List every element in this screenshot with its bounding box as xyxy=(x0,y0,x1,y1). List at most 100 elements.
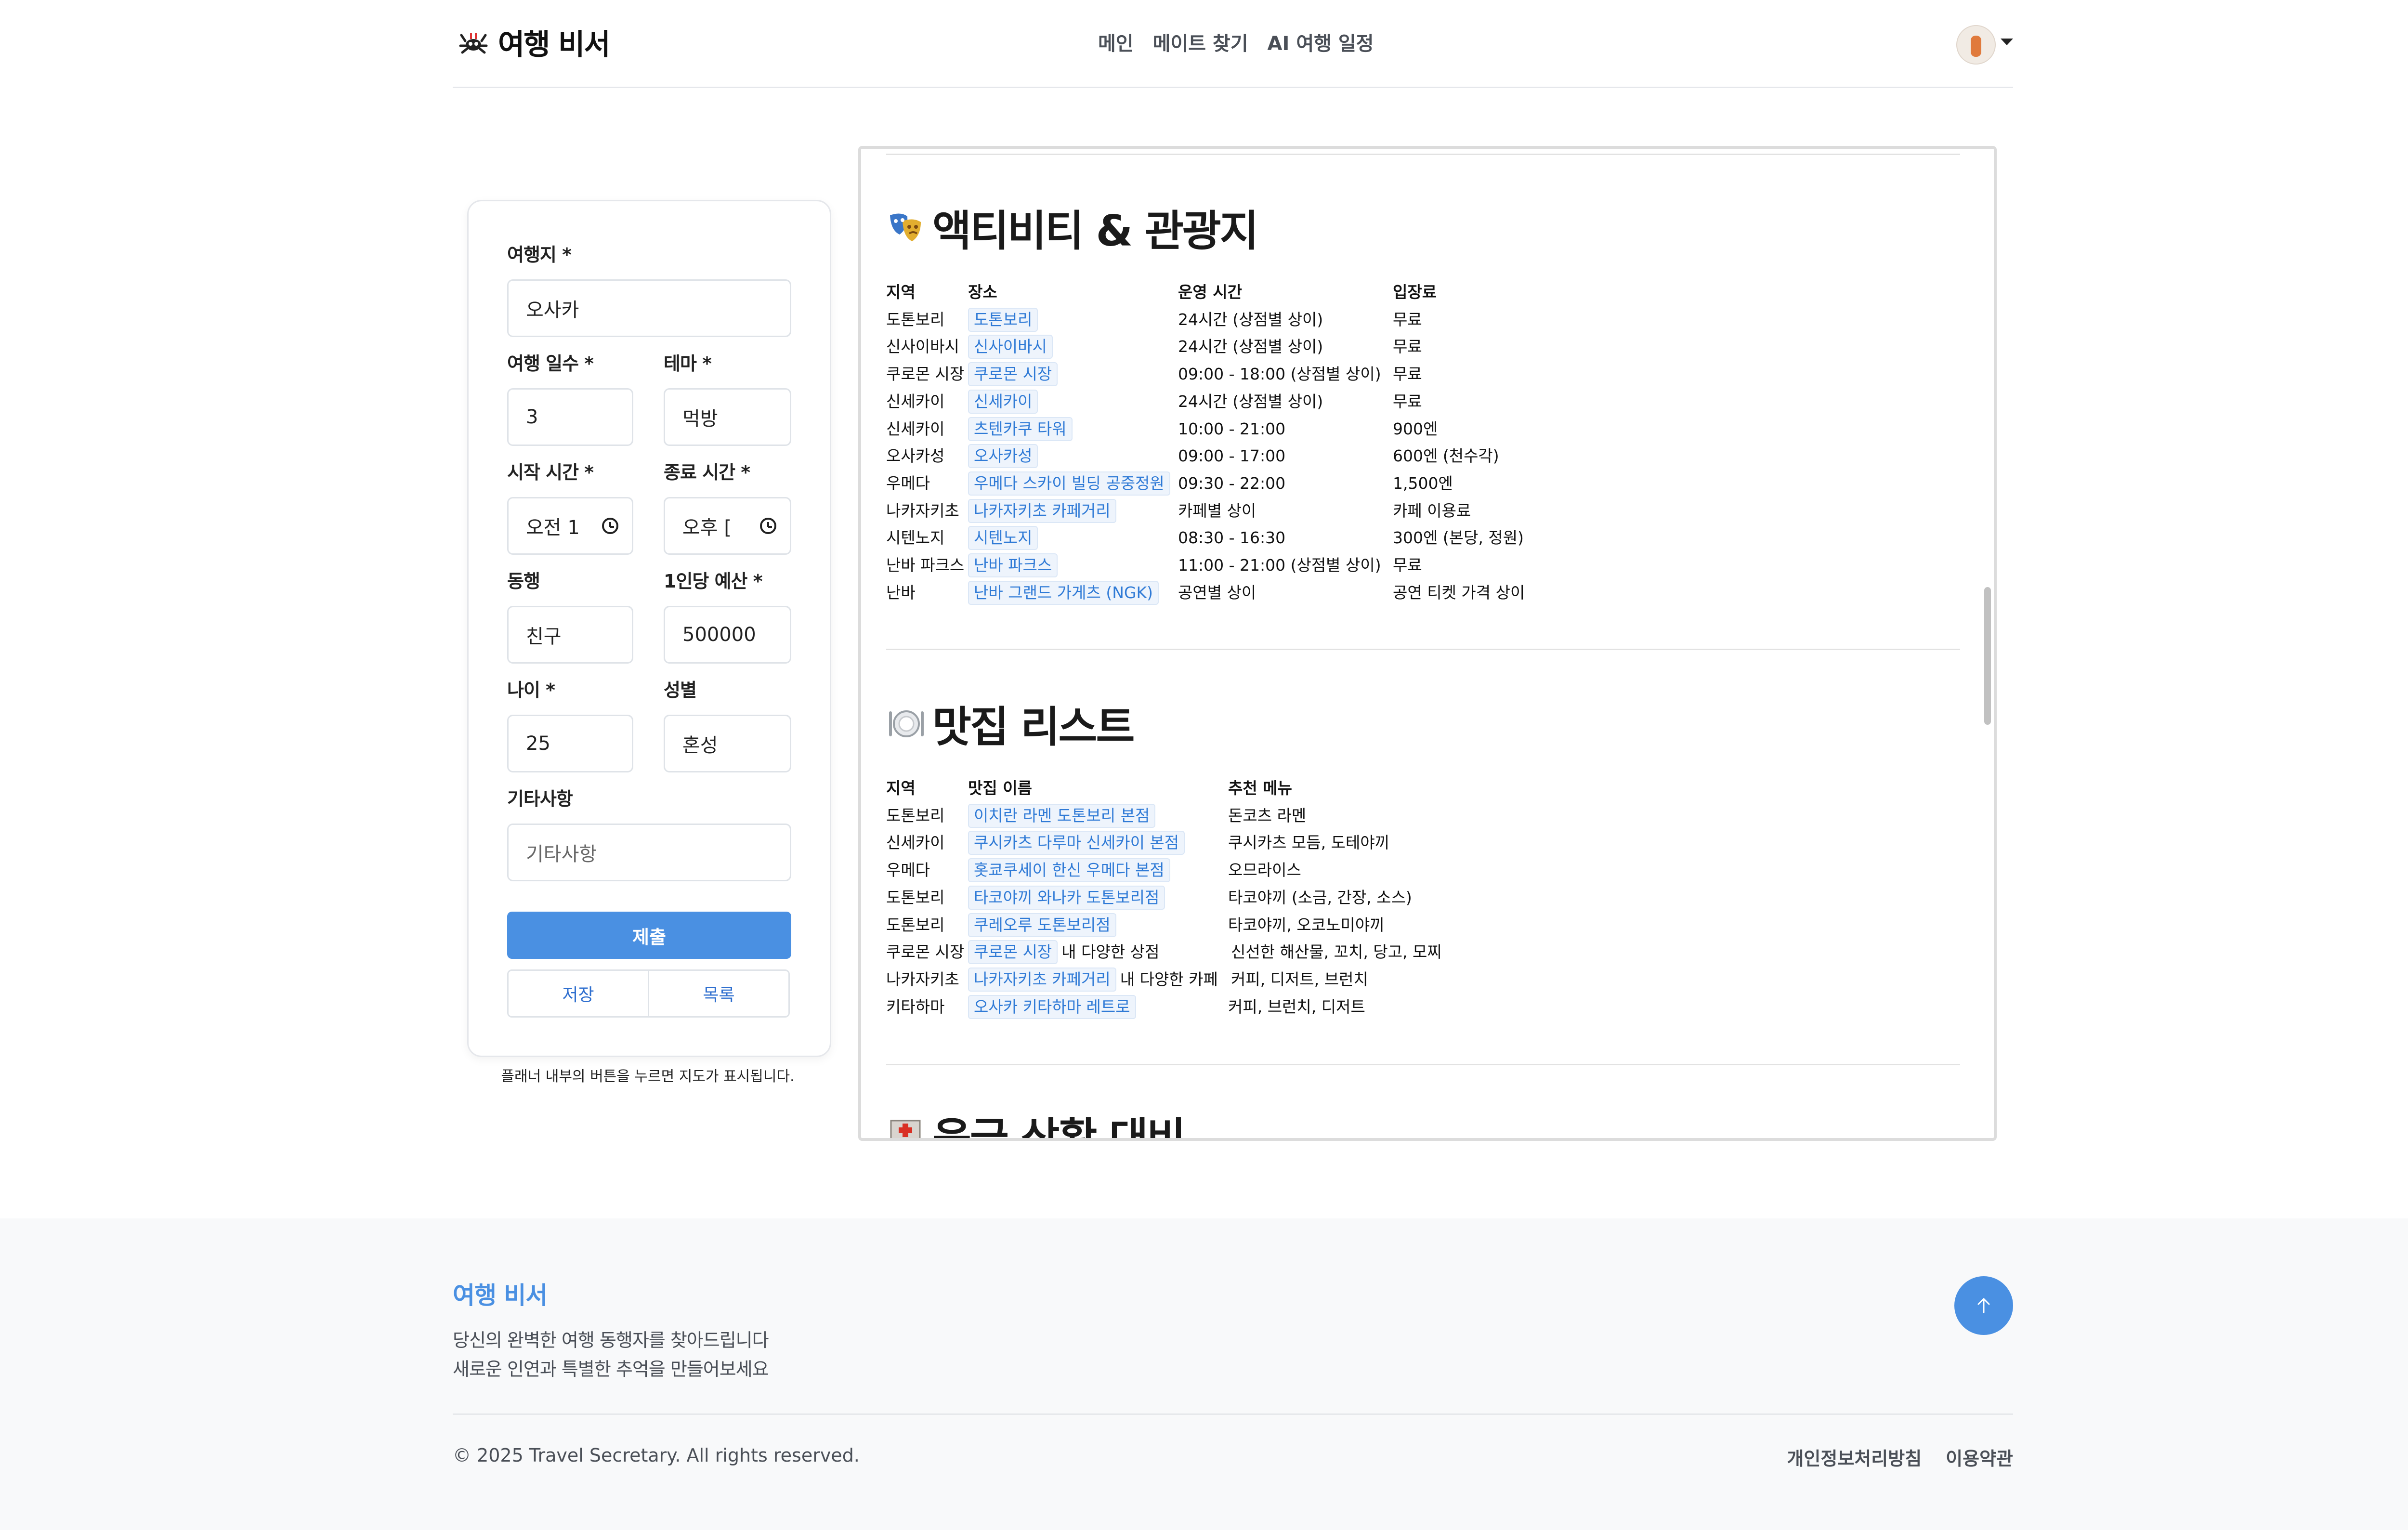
map-hint-text: 플래너 내부의 버튼을 누르면 지도가 표시됩니다. xyxy=(501,1068,795,1085)
cell-hours: 24시간 (상점별 상이) xyxy=(1178,337,1323,356)
cell-place: 난바 파크스 xyxy=(968,552,1058,579)
cell-place: 시텐노지 xyxy=(968,524,1038,551)
nav-ai-itinerary[interactable]: AI 여행 일정 xyxy=(1268,28,1374,56)
place-link[interactable]: 오사카성 xyxy=(968,444,1038,469)
start-time-input[interactable]: 오전 1 xyxy=(507,497,633,555)
gender-label: 성별 xyxy=(664,680,697,701)
col-hours: 운영 시간 xyxy=(1178,283,1242,301)
restaurants-title: 맛집 리스트 xyxy=(932,702,1135,752)
cell-region: 난바 파크스 xyxy=(886,556,965,575)
restaurant-link[interactable]: 타코야끼 와나카 도톤보리점 xyxy=(968,885,1165,910)
divider xyxy=(886,1064,1960,1065)
cell-fee: 카페 이용료 xyxy=(1393,501,1471,520)
col-menu: 추천 메뉴 xyxy=(1228,779,1292,798)
place-link[interactable]: 시텐노지 xyxy=(968,526,1038,550)
clock-icon[interactable] xyxy=(760,518,776,534)
main-nav: 메인 메이트 찾기 AI 여행 일정 xyxy=(1098,28,1374,56)
etc-input[interactable]: 기타사항 xyxy=(507,824,791,881)
cell-region: 신세카이 xyxy=(886,392,945,411)
avatar[interactable] xyxy=(1956,25,1996,65)
restaurant-link[interactable]: 홋쿄쿠세이 한신 우메다 본점 xyxy=(968,858,1170,883)
cell-region: 도톤보리 xyxy=(886,888,945,907)
cell-fee: 공연 티켓 가격 상이 xyxy=(1393,583,1525,602)
days-label: 여행 일수 * xyxy=(507,353,594,374)
footer-brand: 여행 비서 xyxy=(453,1282,548,1309)
place-link[interactable]: 츠텐카쿠 타워 xyxy=(968,417,1073,441)
top-header: 여행 비서 메인 메이트 찾기 AI 여행 일정 xyxy=(453,0,2013,88)
theme-label: 테마 * xyxy=(664,353,712,374)
cell-place: 우메다 스카이 빌딩 공중정원 xyxy=(968,470,1170,497)
col-fee: 입장료 xyxy=(1393,283,1437,301)
brand-name: 여행 비서 xyxy=(498,28,611,62)
cell-place: 오사카성 xyxy=(968,443,1038,470)
cell-place: 쿠로몬 시장 xyxy=(968,361,1058,388)
restaurant-link[interactable]: 나카자키초 카페거리 xyxy=(968,967,1116,992)
cell-restaurant: 홋쿄쿠세이 한신 우메다 본점 xyxy=(968,857,1170,884)
cell-hours: 08:30 - 16:30 xyxy=(1178,528,1286,548)
place-link[interactable]: 난바 그랜드 가게츠 (NGK) xyxy=(968,580,1159,605)
place-link[interactable]: 신세카이 xyxy=(968,389,1038,414)
cell-hours: 09:00 - 18:00 (상점별 상이) xyxy=(1178,365,1381,384)
gender-input[interactable]: 혼성 xyxy=(664,715,791,772)
cell-place: 신사이바시 xyxy=(968,333,1053,360)
privacy-policy-link[interactable]: 개인정보처리방침 xyxy=(1787,1444,1922,1470)
restaurant-link[interactable]: 쿠로몬 시장 xyxy=(968,940,1058,965)
place-link[interactable]: 우메다 스카이 빌딩 공중정원 xyxy=(968,471,1170,496)
cell-fee: 1,500엔 xyxy=(1393,473,1453,493)
list-button[interactable]: 목록 xyxy=(648,969,790,1018)
cell-menu: 타코야끼 (소금, 간장, 소스) xyxy=(1228,888,1412,907)
terms-link[interactable]: 이용약관 xyxy=(1946,1444,2013,1470)
cell-hours: 11:00 - 21:00 (상점별 상이) xyxy=(1178,556,1381,575)
place-link[interactable]: 쿠로몬 시장 xyxy=(968,362,1058,387)
cell-hours: 공연별 상이 xyxy=(1178,583,1256,602)
end-time-input[interactable]: 오후 [ xyxy=(664,497,791,555)
save-button[interactable]: 저장 xyxy=(507,969,649,1018)
budget-input[interactable]: 500000 xyxy=(664,606,791,664)
cell-menu: 오므라이스 xyxy=(1228,861,1301,880)
companion-label: 동행 xyxy=(507,571,540,592)
place-link[interactable]: 나카자키초 카페거리 xyxy=(968,498,1116,523)
cell-region: 시텐노지 xyxy=(886,528,945,548)
cell-region: 난바 xyxy=(886,583,916,602)
submit-button[interactable]: 제출 xyxy=(507,912,791,959)
itinerary-content: 액티비티 & 관광지 지역 장소 운영 시간 입장료 도톤보리 도톤보리 24시간 … xyxy=(861,149,1974,1141)
cell-region: 키타하마 xyxy=(886,997,945,1016)
cell-region: 우메다 xyxy=(886,473,930,493)
cell-menu: 타코야끼, 오코노미야끼 xyxy=(1228,915,1385,934)
scrollbar[interactable] xyxy=(1984,587,1991,725)
cell-fee: 무료 xyxy=(1393,310,1422,329)
start-time-label: 시작 시간 * xyxy=(507,462,594,483)
clock-icon[interactable] xyxy=(602,518,618,534)
place-link[interactable]: 신사이바시 xyxy=(968,335,1053,359)
destination-input[interactable]: 오사카 xyxy=(507,279,791,337)
cell-hours: 09:00 - 17:00 xyxy=(1178,446,1286,466)
place-link[interactable]: 도톤보리 xyxy=(968,307,1038,332)
restaurant-link[interactable]: 쿠레오루 도톤보리점 xyxy=(968,913,1116,937)
cell-restaurant: 오사카 키타하마 레트로 xyxy=(968,994,1136,1020)
days-input[interactable]: 3 xyxy=(507,388,633,446)
chevron-down-icon[interactable] xyxy=(2001,39,2013,45)
nav-find-mate[interactable]: 메이트 찾기 xyxy=(1153,28,1248,56)
etc-label: 기타사항 xyxy=(507,788,573,810)
planner-form: 여행지 * 오사카 여행 일수 * 3 테마 * 먹방 시작 시간 * 오전 1… xyxy=(467,200,831,1057)
itinerary-panel[interactable]: 액티비티 & 관광지 지역 장소 운영 시간 입장료 도톤보리 도톤보리 24시간 … xyxy=(858,146,1997,1141)
brand-logo[interactable]: 여행 비서 xyxy=(458,21,611,63)
companion-input[interactable]: 친구 xyxy=(507,606,633,664)
restaurant-link[interactable]: 쿠시카츠 다루마 신세카이 본점 xyxy=(968,831,1185,855)
restaurant-link[interactable]: 이치란 라멘 도톤보리 본점 xyxy=(968,803,1156,828)
col-region: 지역 xyxy=(886,779,916,798)
scroll-to-top-button[interactable] xyxy=(1954,1276,2013,1335)
user-menu[interactable] xyxy=(1956,25,2013,65)
cell-fee: 무료 xyxy=(1393,365,1422,384)
place-link[interactable]: 난바 파크스 xyxy=(968,553,1058,577)
col-place: 장소 xyxy=(968,283,997,301)
theme-input[interactable]: 먹방 xyxy=(664,388,791,446)
copyright: © 2025 Travel Secretary. All rights rese… xyxy=(453,1445,860,1466)
start-time-value: 오전 1 xyxy=(526,517,580,539)
nav-main[interactable]: 메인 xyxy=(1098,28,1134,56)
cell-menu: 커피, 브런치, 디저트 xyxy=(1228,997,1365,1016)
restaurant-link[interactable]: 오사카 키타하마 레트로 xyxy=(968,994,1136,1019)
emergency-title: 응급 상황 대비 xyxy=(932,1113,1186,1141)
col-restaurant: 맛집 이름 xyxy=(968,779,1032,798)
age-input[interactable]: 25 xyxy=(507,715,633,772)
